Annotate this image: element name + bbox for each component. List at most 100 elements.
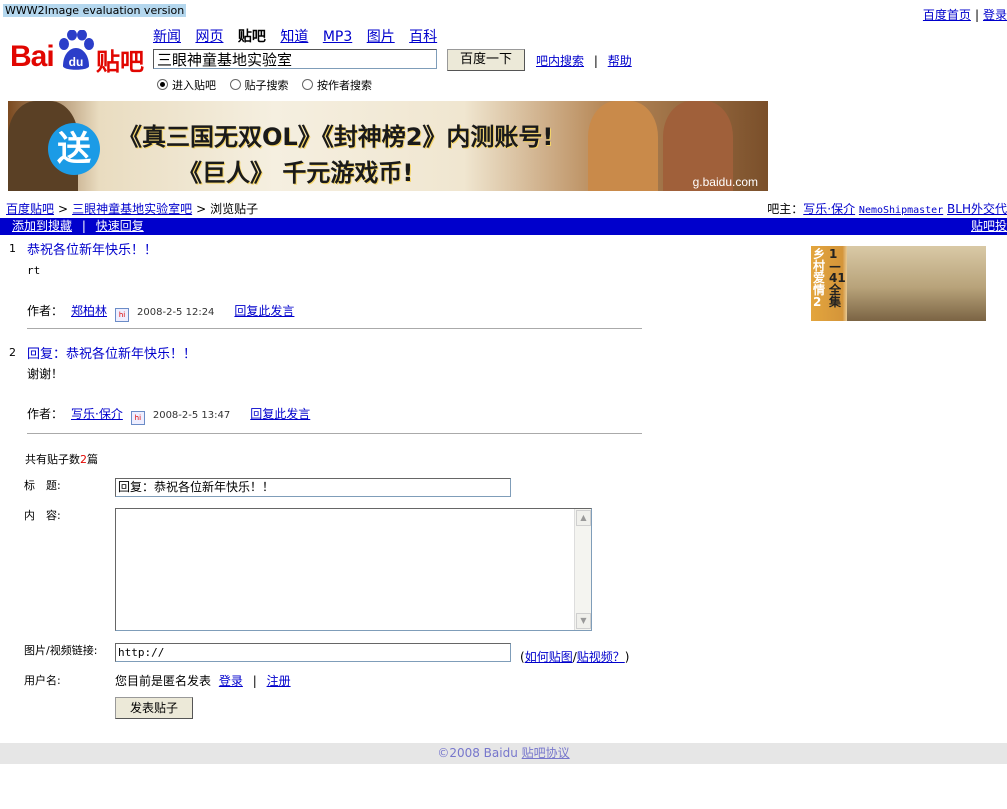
how-to-post-video-link[interactable]: 贴视频？ (577, 650, 625, 664)
divider: | (252, 674, 257, 688)
logo-du-text: du (69, 55, 84, 69)
hi-icon[interactable]: hi (130, 411, 145, 425)
radio-button[interactable] (229, 79, 241, 90)
banner-line-1: 《真三国无双OL》《封神榜2》内测账号! (118, 123, 554, 151)
post-body: rt (27, 264, 41, 277)
game-ad-banner[interactable]: 送 《真三国无双OL》《封神榜2》内测账号! 《巨人》 千元游戏币! g.bai… (8, 101, 768, 191)
search-button[interactable]: 百度一下 (447, 49, 525, 71)
logo-bai-text: Bai (10, 40, 55, 73)
login-link[interactable]: 登录 (983, 8, 1007, 22)
media-link-label: 图片/视频链接: (24, 644, 98, 657)
radio-button[interactable] (302, 79, 313, 90)
post-divider (27, 433, 642, 434)
admin-link[interactable]: BLH外交代 (947, 202, 1007, 216)
nav-tieba: 贴吧 (237, 29, 266, 45)
in-bar-search-link[interactable]: 吧内搜索 (536, 54, 584, 68)
radio-enter-bar[interactable]: 进入贴吧 (157, 79, 216, 92)
post-item: 1 恭祝各位新年快乐！！ rt 作者： 郑柏林 hi 2008-2-5 12:24 回复… (0, 238, 660, 333)
count-prefix: 共有贴子数 (25, 453, 80, 466)
logo-tieba-text: 贴吧 (96, 48, 144, 76)
submit-post-button[interactable]: 发表贴子 (115, 697, 193, 719)
breadcrumb: 百度贴吧 > 三眼神童基地实验室吧 > 浏览贴子 (6, 200, 258, 217)
side-ad-subtitle: 1—41全集 (829, 247, 846, 309)
crumb-arrow: > (58, 202, 69, 216)
nav-web[interactable]: 网页 (195, 29, 223, 45)
radio-author-search[interactable]: 按作者搜索 (302, 79, 372, 92)
bar-complaint-link[interactable]: 贴吧投 (971, 219, 1007, 233)
content-label: 内 容: (24, 509, 61, 522)
anonymous-notice: 您目前是匿名发表 (115, 674, 212, 688)
radio-button[interactable] (157, 79, 168, 90)
banner-hero-figure (588, 101, 658, 191)
post-time: 2008-2-5 12:24 (137, 307, 215, 318)
title-input[interactable]: 回复：恭祝各位新年快乐！！ (115, 478, 511, 497)
username-label: 用户名: (24, 674, 61, 687)
post-meta: 作者： 写乐·保介 hi 2008-2-5 13:47 回复此发言 (27, 405, 310, 425)
nav-news[interactable]: 新闻 (153, 29, 181, 45)
radio-label: 进入贴吧 (172, 79, 216, 92)
side-ad-photo (847, 246, 986, 321)
author-link[interactable]: 写乐·保介 (71, 407, 123, 421)
post-title: 回复：恭祝各位新年快乐！！ (27, 347, 197, 362)
hi-icon[interactable]: hi (115, 308, 130, 322)
nav-baike[interactable]: 百科 (409, 29, 437, 45)
radio-post-search[interactable]: 贴子搜索 (229, 79, 289, 92)
banner-send-badge: 送 (48, 123, 100, 175)
paw-icon: du (59, 30, 94, 70)
footer: ©2008 Baidu 贴吧协议 (0, 743, 1007, 764)
post-meta: 作者： 郑柏林 hi 2008-2-5 12:24 回复此发言 (27, 302, 294, 322)
radio-label: 按作者搜索 (317, 79, 372, 92)
search-links: 吧内搜索 | 帮助 (536, 52, 632, 69)
username-line: 您目前是匿名发表 登录 | 注册 (115, 672, 291, 689)
search-input[interactable]: 三眼神童基地实验室 (153, 49, 437, 69)
banner-line-2: 《巨人》 千元游戏币! (178, 159, 414, 187)
divider: | (593, 54, 598, 68)
reply-link[interactable]: 回复此发言 (250, 407, 310, 421)
crumb-bar[interactable]: 三眼神童基地实验室吧 (72, 202, 192, 216)
login-link[interactable]: 登录 (219, 674, 243, 688)
admin-link[interactable]: NemoShipmaster (859, 205, 943, 216)
crumb-arrow: > (196, 202, 207, 216)
crumb-tieba-home[interactable]: 百度贴吧 (6, 202, 54, 216)
admin-link[interactable]: 写乐·保介 (803, 202, 855, 216)
nav-images[interactable]: 图片 (367, 29, 395, 45)
search-mode-radios: 进入贴吧 贴子搜索 按作者搜索 (157, 77, 382, 93)
add-to-favorites-link[interactable]: 添加到搜藏 (12, 219, 72, 233)
register-link[interactable]: 注册 (267, 674, 291, 688)
quick-reply-link[interactable]: 快速回复 (96, 219, 144, 233)
top-nav: 新闻 网页 贴吧 知道 MP3 图片 百科 (153, 26, 447, 46)
title-label: 标 题: (24, 479, 61, 492)
paren: ) (624, 650, 630, 664)
post-time: 2008-2-5 13:47 (152, 410, 231, 421)
media-link-input[interactable]: http:// (115, 643, 511, 662)
radio-label: 贴子搜索 (244, 79, 289, 92)
post-item: 2 回复：恭祝各位新年快乐！！ 谢谢！ 作者： 写乐·保介 hi 2008-2-5 1… (0, 342, 660, 437)
post-divider (27, 328, 642, 329)
baidu-home-link[interactable]: 百度首页 (923, 8, 971, 22)
how-to-post-image-link[interactable]: 如何贴图 (525, 650, 573, 664)
side-ad-title: 乡村爱情2 (813, 247, 826, 309)
post-number: 1 (9, 242, 16, 255)
nav-mp3[interactable]: MP3 (323, 29, 352, 45)
author-label: 作者： (27, 407, 64, 421)
scroll-down-icon[interactable]: ▼ (576, 613, 591, 629)
count-number: 2 (80, 453, 87, 466)
copyright-text: ©2008 Baidu (437, 746, 518, 760)
help-link[interactable]: 帮助 (608, 54, 632, 68)
divider: | (81, 219, 86, 233)
nav-zhidao[interactable]: 知道 (280, 29, 308, 45)
post-body: 谢谢！ (27, 367, 64, 381)
content-textarea[interactable]: ▲ ▼ (115, 508, 592, 631)
textarea-scrollbar[interactable]: ▲ ▼ (574, 509, 591, 630)
divider: | (974, 8, 979, 22)
post-number: 2 (9, 346, 16, 359)
author-link[interactable]: 郑柏林 (71, 304, 107, 318)
baidu-tieba-logo[interactable]: Bai du 贴吧 (8, 30, 146, 76)
scroll-up-icon[interactable]: ▲ (576, 510, 591, 526)
tieba-agreement-link[interactable]: 贴吧协议 (522, 746, 570, 760)
side-ad-image[interactable]: 乡村爱情2 1—41全集 (811, 246, 986, 321)
post-title: 恭祝各位新年快乐！！ (27, 243, 158, 258)
count-suffix: 篇 (87, 453, 98, 466)
bar-admins: 吧主：写乐·保介 NemoShipmaster BLH外交代 (767, 200, 1007, 217)
reply-link[interactable]: 回复此发言 (234, 304, 294, 318)
